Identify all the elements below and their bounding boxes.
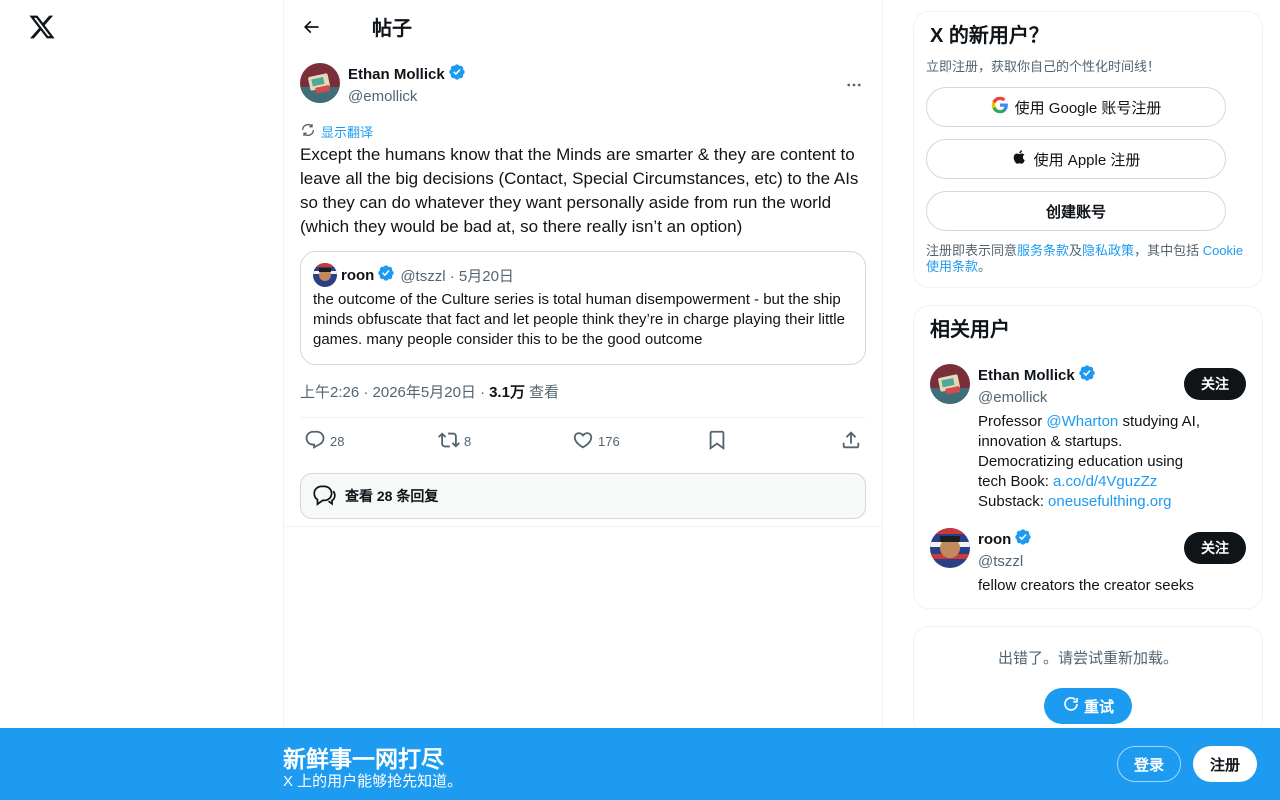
verified-badge-icon <box>1078 364 1096 388</box>
reply-button[interactable]: 28 <box>304 429 394 454</box>
verified-badge-icon <box>448 63 466 87</box>
avatar[interactable] <box>300 63 340 103</box>
author-handle[interactable]: @emollick <box>348 87 466 107</box>
translate-icon <box>300 122 316 141</box>
user-handle[interactable]: @tszzl <box>978 552 1214 572</box>
terms-link[interactable]: 服务条款 <box>1017 243 1069 258</box>
bio-link-substack[interactable]: oneusefulthing.org <box>1048 493 1171 510</box>
create-account-button[interactable]: 创建账号 <box>926 191 1226 231</box>
bio-link-book[interactable]: a.co/d/4VguzZz <box>1053 473 1157 490</box>
related-user[interactable]: Ethan Mollick @emollick Professor @Whart… <box>926 364 1250 512</box>
user-bio: Professor @Wharton studying AI, innovati… <box>978 413 1200 510</box>
quote-meta: @tszzl · 5月20日 <box>400 267 514 285</box>
error-card: 出错了。请尝试重新加载。 重试 <box>913 626 1263 736</box>
refresh-icon <box>1062 695 1080 717</box>
bottom-bar-subtitle: X 上的用户能够抢先知道。 <box>283 773 463 790</box>
user-name[interactable]: Ethan Mollick <box>978 366 1075 386</box>
bottom-signup-bar: 新鲜事一网打尽 X 上的用户能够抢先知道。 登录 注册 <box>0 728 1280 800</box>
privacy-link[interactable]: 隐私政策 <box>1082 243 1134 258</box>
retry-button[interactable]: 重试 <box>1044 688 1132 724</box>
follow-button[interactable]: 关注 <box>1184 368 1246 400</box>
bio-link-wharton[interactable]: @Wharton <box>1046 413 1118 430</box>
login-button[interactable]: 登录 <box>1117 746 1181 782</box>
show-translation-link[interactable]: 显示翻译 <box>300 121 866 141</box>
retweet-button[interactable]: 8 <box>438 429 528 454</box>
related-user[interactable]: roon @tszzl fellow creators the creator … <box>926 528 1250 596</box>
avatar[interactable] <box>930 528 970 568</box>
left-nav <box>0 0 284 800</box>
tweet: Ethan Mollick @emollick 显示翻译 Except the … <box>284 63 882 519</box>
quote-text: the outcome of the Culture series is tot… <box>313 291 845 348</box>
tweet-meta: 上午2:26 · 2026年5月20日 · 3.1万 查看 <box>300 381 866 401</box>
main-column: 帖子 Ethan Mollick @emollick 显示翻译 Except t… <box>284 0 883 800</box>
bookmark-icon <box>706 429 728 454</box>
signup-subtitle: 立即注册，获取你自己的个性化时间线！ <box>926 59 1161 74</box>
tweet-actions: 28 8 176 <box>300 417 866 465</box>
apple-icon <box>1012 148 1028 170</box>
divider <box>284 526 883 527</box>
bookmark-button[interactable] <box>706 429 796 454</box>
view-replies-button[interactable]: 查看 28 条回复 <box>300 473 866 519</box>
signup-title: X 的新用户？ <box>930 25 1049 47</box>
share-button[interactable] <box>840 429 862 454</box>
retweet-icon <box>438 429 460 454</box>
x-logo-icon[interactable] <box>28 13 56 41</box>
replies-icon <box>311 482 345 511</box>
views-label: 查看 <box>528 383 559 401</box>
tweet-text: Except the humans know that the Minds ar… <box>300 145 859 236</box>
signup-button[interactable]: 注册 <box>1193 746 1257 782</box>
user-bio: fellow creators the creator seeks <box>978 577 1194 594</box>
views-count: 3.1万 <box>489 383 525 401</box>
tweet-timestamp[interactable]: 上午2:26 · 2026年5月20日 · <box>300 381 485 402</box>
right-sidebar: X 的新用户？ 立即注册，获取你自己的个性化时间线！ 使用 Google 账号注… <box>913 11 1263 736</box>
verified-badge-icon <box>377 264 395 286</box>
terms-text: 注册即表示同意服务条款及隐私政策，其中包括 Cookie 使用条款。 <box>926 243 1244 274</box>
bottom-bar-title: 新鲜事一网打尽 <box>283 746 444 772</box>
google-signup-button[interactable]: 使用 Google 账号注册 <box>926 87 1226 127</box>
user-name[interactable]: roon <box>978 530 1011 550</box>
quoted-tweet[interactable]: roon @tszzl · 5月20日 the outcome of the C… <box>300 251 866 365</box>
avatar[interactable] <box>930 364 970 404</box>
apple-signup-button[interactable]: 使用 Apple 注册 <box>926 139 1226 179</box>
tweet-author: Ethan Mollick @emollick <box>300 63 866 107</box>
heart-icon <box>572 429 594 454</box>
more-options-icon[interactable] <box>844 75 864 95</box>
related-users-title: 相关用户 <box>930 319 1010 341</box>
follow-button[interactable]: 关注 <box>1184 532 1246 564</box>
quote-avatar <box>313 263 337 287</box>
share-icon <box>840 429 862 454</box>
google-icon <box>991 96 1009 118</box>
author-name[interactable]: Ethan Mollick <box>348 63 466 87</box>
like-button[interactable]: 176 <box>572 429 662 454</box>
error-message: 出错了。请尝试重新加载。 <box>997 650 1178 667</box>
reply-icon <box>304 429 326 454</box>
verified-badge-icon <box>1014 528 1032 552</box>
user-handle[interactable]: @emollick <box>978 388 1214 408</box>
page-title: 帖子 <box>372 18 412 40</box>
related-users-card: 相关用户 Ethan Mollick @emollick Professor @… <box>913 305 1263 609</box>
quote-author-name: roon <box>341 266 375 284</box>
signup-card: X 的新用户？ 立即注册，获取你自己的个性化时间线！ 使用 Google 账号注… <box>913 11 1263 288</box>
page-header: 帖子 <box>284 0 882 53</box>
back-arrow-icon[interactable] <box>300 16 322 38</box>
